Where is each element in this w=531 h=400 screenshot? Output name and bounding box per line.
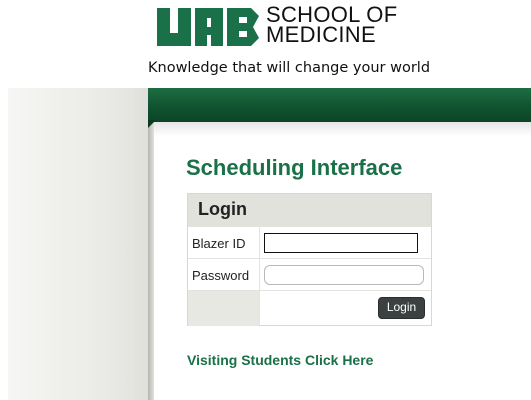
login-button[interactable]: Login xyxy=(378,297,425,319)
blazer-id-input[interactable] xyxy=(264,233,418,253)
medicine-text: MEDICINE xyxy=(266,22,376,47)
password-input[interactable] xyxy=(264,265,424,285)
header-green-band xyxy=(148,88,531,122)
password-row: Password xyxy=(188,258,431,291)
band-shadow xyxy=(154,122,531,136)
visiting-students-link[interactable]: Visiting Students Click Here xyxy=(187,352,373,368)
blazer-id-label-cell: Blazer ID xyxy=(188,227,260,259)
blazer-id-row: Blazer ID xyxy=(188,226,431,259)
uab-logo-icon xyxy=(157,8,259,46)
login-heading: Login xyxy=(198,199,247,219)
tagline: Knowledge that will change your world xyxy=(148,60,431,76)
band-fold-corner xyxy=(148,120,156,128)
blazer-id-label: Blazer ID xyxy=(192,236,246,251)
content-edge xyxy=(148,120,154,400)
login-form: Login Blazer ID Password Login xyxy=(187,193,432,326)
password-label-cell: Password xyxy=(188,259,260,291)
page-title: Scheduling Interface xyxy=(186,155,403,180)
left-sidebar xyxy=(8,88,154,400)
login-header: Login xyxy=(188,194,431,226)
password-label: Password xyxy=(192,268,250,283)
submit-row-spacer xyxy=(188,291,260,326)
submit-row: Login xyxy=(188,290,431,326)
page: SCHOOL OF MEDICINE Knowledge that will c… xyxy=(0,0,531,400)
